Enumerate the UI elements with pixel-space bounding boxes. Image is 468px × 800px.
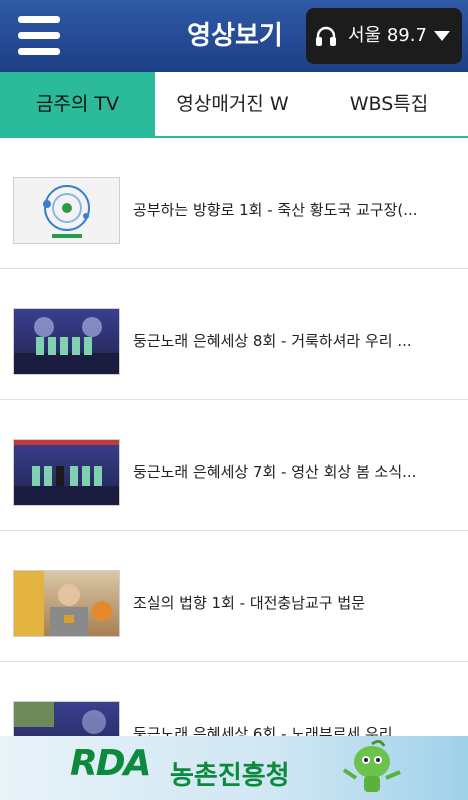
tab-bar: 금주의 TV 영상매거진 W WBS특집 [0, 72, 468, 138]
app-header: 영상보기 서울 89.7 [0, 0, 468, 72]
radio-station-select[interactable]: 서울 89.7 [306, 8, 462, 64]
list-item[interactable]: 둥근노래 은혜세상 8회 - 거룩하셔라 우리 ... [0, 269, 468, 400]
video-title: 조실의 법향 1회 - 대전충남교구 법문 [133, 594, 365, 612]
choir-image [14, 440, 119, 505]
video-thumbnail [13, 439, 120, 506]
list-item[interactable]: 조실의 법향 1회 - 대전충남교구 법문 [0, 531, 468, 662]
list-item[interactable]: 둥근노래 은혜세상 7회 - 영산 회상 봄 소식... [0, 400, 468, 531]
speaker-image [14, 571, 112, 636]
headphones-icon [316, 26, 336, 46]
video-list: 공부하는 방향로 1회 - 죽산 황도국 교구장(... 둥근노래 은혜세상 8… [0, 138, 468, 736]
video-thumbnail [13, 701, 120, 736]
banner-logo: RDA [70, 743, 151, 784]
menu-icon[interactable] [18, 16, 60, 56]
tab-weekly-tv[interactable]: 금주의 TV [0, 72, 155, 136]
radio-station-label: 서울 89.7 [348, 25, 427, 46]
banner-org-name: 농촌진흥청 [170, 761, 290, 791]
video-thumbnail [13, 308, 120, 375]
page-title: 영상보기 [187, 21, 283, 51]
tab-video-magazine[interactable]: 영상매거진 W [155, 72, 310, 136]
video-thumbnail [13, 570, 120, 637]
video-title: 공부하는 방향로 1회 - 죽산 황도국 교구장(... [133, 201, 418, 219]
logo-image [43, 185, 90, 238]
list-item[interactable]: 둥근노래 은혜세상 6회 - 노래부르세 우리 ... [0, 662, 468, 736]
list-item[interactable]: 공부하는 방향로 1회 - 죽산 황도국 교구장(... [0, 138, 468, 269]
video-title: 둥근노래 은혜세상 6회 - 노래부르세 우리 ... [133, 725, 412, 736]
chevron-down-icon [434, 31, 450, 41]
tab-wbs-special[interactable]: WBS특집 [310, 72, 468, 136]
ad-banner[interactable]: RDA 농촌진흥청 [0, 736, 468, 800]
mascot-icon [342, 740, 401, 792]
choir-image [14, 317, 119, 374]
choir-image [14, 702, 106, 734]
video-title: 둥근노래 은혜세상 8회 - 거룩하셔라 우리 ... [133, 332, 412, 350]
video-title: 둥근노래 은혜세상 7회 - 영산 회상 봄 소식... [133, 463, 417, 481]
video-thumbnail [13, 177, 120, 244]
